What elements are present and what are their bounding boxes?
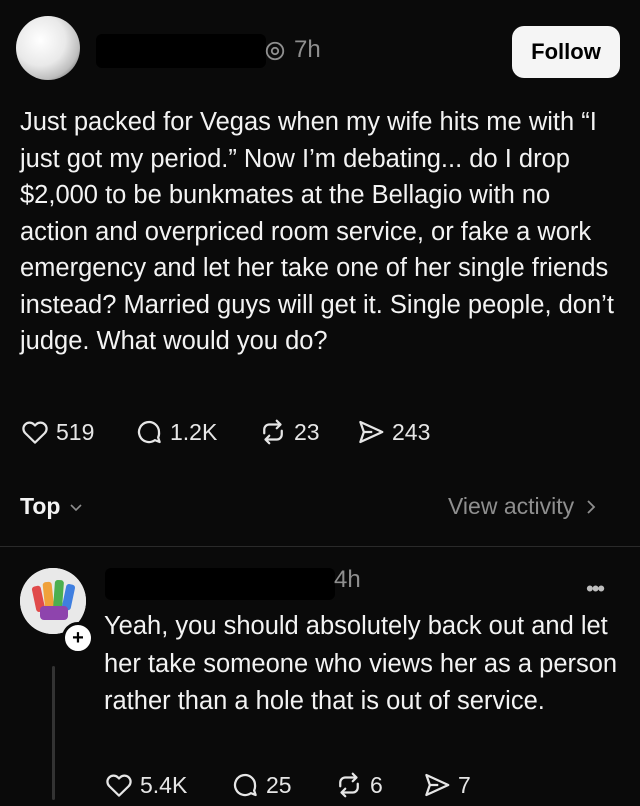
reply-comment-button[interactable]: 25 [230,770,292,800]
view-activity-label: View activity [448,493,575,519]
threads-logo-icon [265,41,285,61]
like-count: 519 [56,418,95,445]
reply-button[interactable]: 1.2K [134,417,217,447]
repost-button[interactable]: 23 [258,417,320,447]
reply-like-count: 5.4K [140,771,188,798]
chevron-down-icon [70,503,83,511]
avatar[interactable] [16,16,80,80]
share-button[interactable]: 243 [356,417,430,447]
sort-dropdown[interactable]: Top [20,493,84,520]
follow-plus-button[interactable]: + [62,622,94,654]
more-icon[interactable]: ••• [586,576,605,602]
redacted-username [96,34,266,68]
post-text: Just packed for Vegas when my wife hits … [20,108,614,355]
comment-icon [233,773,257,797]
reply-share-count: 7 [458,771,471,798]
reply-share-button[interactable]: 7 [422,770,471,800]
comment-icon [137,420,161,444]
sort-label: Top [20,493,61,519]
plus-icon: + [72,627,84,649]
heart-icon [106,774,132,797]
reply-time: 4h [334,566,361,593]
reply-actions: 5.4K 25 6 7 [104,770,624,806]
reply-count: 1.2K [170,418,218,445]
reply-repost-button[interactable]: 6 [334,770,383,800]
reply-repost-count: 6 [370,771,383,798]
share-icon [359,420,384,444]
repost-icon [339,772,359,798]
heart-icon [22,421,48,444]
reply-like-button[interactable]: 5.4K [104,770,187,800]
repost-icon [263,419,283,445]
redacted-reply-username [105,568,335,600]
view-activity-link[interactable]: View activity [448,493,598,520]
follow-button[interactable]: Follow [512,26,620,78]
repost-count: 23 [294,418,320,445]
share-icon [425,773,450,797]
thread-line [52,666,55,800]
post-time: 7h [294,36,321,63]
like-button[interactable]: 519 [20,417,94,447]
share-count: 243 [392,418,431,445]
post-actions: 519 1.2K 23 243 [20,417,620,457]
reply-text: Yeah, you should absolutely back out and… [104,612,618,715]
reply-comment-count: 25 [266,771,292,798]
divider [0,546,640,547]
chevron-right-icon [587,499,596,514]
